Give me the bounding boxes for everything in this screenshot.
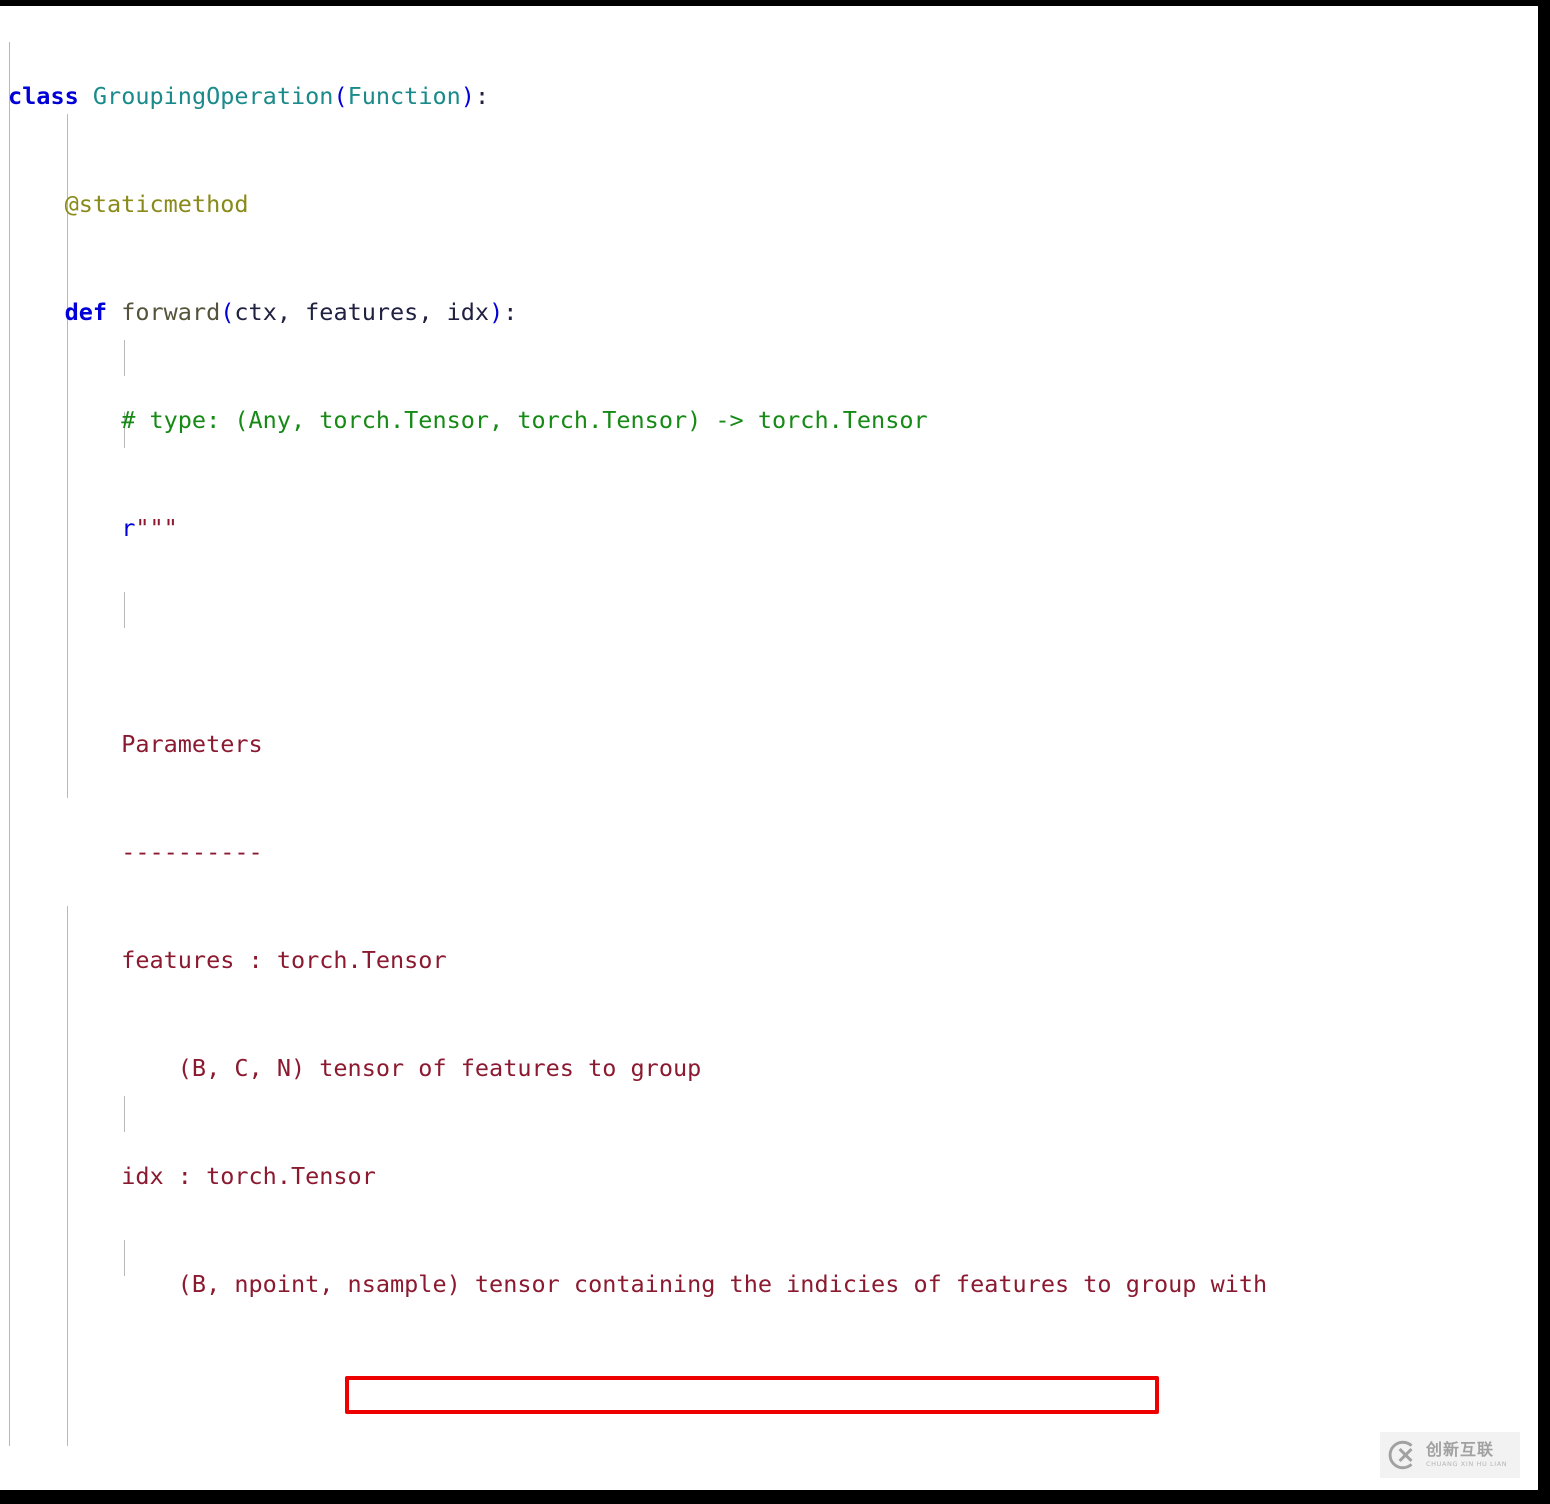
code-line[interactable]: ---------- <box>0 834 1538 870</box>
comment-type-forward: # type: (Any, torch.Tensor, torch.Tensor… <box>121 406 928 434</box>
code-line[interactable]: class GroupingOperation(Function): <box>0 78 1538 114</box>
code-line[interactable]: idx : torch.Tensor <box>0 1158 1538 1194</box>
code-line[interactable]: Parameters <box>0 726 1538 762</box>
identifier-class-name: GroupingOperation <box>92 82 334 110</box>
code-block[interactable]: class GroupingOperation(Function): @stat… <box>0 6 1538 1490</box>
watermark: 创新互联 CHUANG XIN HU LIAN <box>1380 1432 1520 1478</box>
code-line[interactable]: r""" <box>0 510 1538 546</box>
code-editor[interactable]: class GroupingOperation(Function): @stat… <box>0 6 1538 1490</box>
docstring-rule: ---------- <box>121 838 263 866</box>
docstring-param-idx-desc: (B, npoint, nsample) tensor containing t… <box>177 1270 1268 1298</box>
docstring-param-idx: idx : torch.Tensor <box>121 1162 376 1190</box>
watermark-pinyin: CHUANG XIN HU LIAN <box>1426 1460 1508 1469</box>
cx-logo-icon <box>1388 1440 1413 1470</box>
decorator-staticmethod: @staticmethod <box>64 190 249 218</box>
docstring-open: """ <box>135 514 178 542</box>
screenshot-frame: class GroupingOperation(Function): @stat… <box>0 0 1550 1504</box>
docstring-param-features-desc: (B, C, N) tensor of features to group <box>177 1054 702 1082</box>
code-line[interactable] <box>0 618 1538 654</box>
string-prefix-r: r <box>121 514 136 542</box>
code-line[interactable]: # type: (Any, torch.Tensor, torch.Tensor… <box>0 402 1538 438</box>
code-line[interactable]: Returns <box>0 1482 1538 1490</box>
identifier-function-forward: forward <box>121 298 221 326</box>
code-line[interactable]: (B, C, N) tensor of features to group <box>0 1050 1538 1086</box>
code-line[interactable] <box>0 1374 1538 1410</box>
keyword-def: def <box>64 298 108 326</box>
docstring-heading-returns: Returns <box>121 1486 220 1490</box>
docstring-param-features: features : torch.Tensor <box>121 946 447 974</box>
code-line[interactable]: (B, npoint, nsample) tensor containing t… <box>0 1266 1538 1302</box>
identifier-base-class: Function <box>347 82 461 110</box>
keyword-class: class <box>8 82 79 110</box>
code-line[interactable]: features : torch.Tensor <box>0 942 1538 978</box>
code-line[interactable]: @staticmethod <box>0 186 1538 222</box>
watermark-chinese: 创新互联 <box>1426 1440 1495 1460</box>
docstring-heading-parameters: Parameters <box>121 730 263 758</box>
code-line[interactable]: def forward(ctx, features, idx): <box>0 294 1538 330</box>
